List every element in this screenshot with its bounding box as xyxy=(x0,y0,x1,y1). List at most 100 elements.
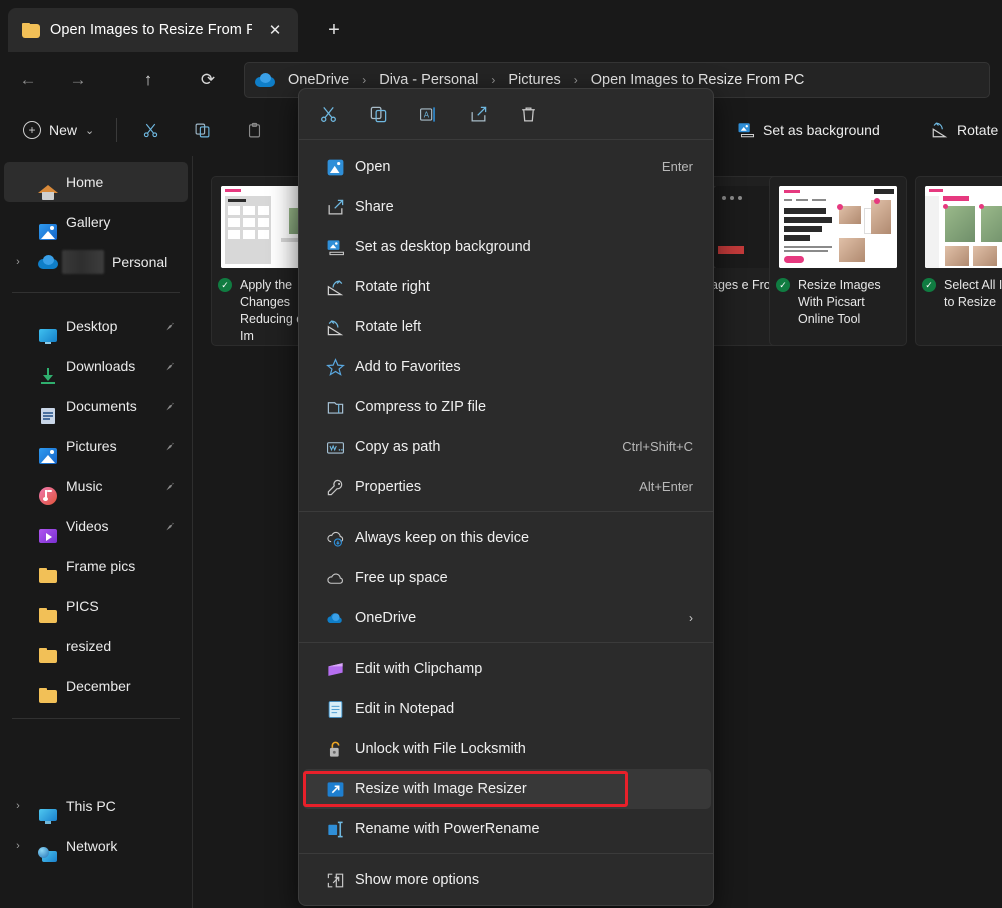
image-resizer-icon xyxy=(325,779,345,799)
rename-icon[interactable]: A xyxy=(411,98,445,130)
menu-item-rename-with-powerrename[interactable]: Rename with PowerRename xyxy=(303,809,711,849)
pin-icon[interactable] xyxy=(162,518,176,534)
breadcrumb-separator: › xyxy=(573,73,578,87)
navigation-sidebar: Home Gallery › Personal Desktop Download… xyxy=(0,156,192,908)
sidebar-item-home[interactable]: Home xyxy=(4,162,188,202)
chevron-right-icon[interactable]: › xyxy=(4,242,32,282)
menu-item-label: Rotate right xyxy=(355,279,430,295)
sidebar-item-label: Pictures xyxy=(66,438,117,454)
sidebar-item-personal[interactable]: › Personal xyxy=(4,242,188,282)
pin-icon[interactable] xyxy=(162,358,176,374)
menu-item-onedrive[interactable]: OneDrive › xyxy=(303,598,711,638)
desktop-icon xyxy=(38,326,58,346)
download-icon xyxy=(38,366,58,386)
menu-item-open[interactable]: Open Enter xyxy=(303,147,711,187)
sidebar-item-label: December xyxy=(66,678,131,694)
title-bar: Open Images to Resize From P ✕ + xyxy=(0,0,1002,56)
menu-item-unlock-with-file-locksmith[interactable]: Unlock with File Locksmith xyxy=(303,729,711,769)
close-tab-icon[interactable]: ✕ xyxy=(262,17,288,43)
paste-button[interactable] xyxy=(234,114,274,146)
sidebar-item-pictures[interactable]: Pictures xyxy=(4,426,188,466)
share-icon xyxy=(325,197,345,217)
menu-item-compress-to-zip[interactable]: Compress to ZIP file xyxy=(303,387,711,427)
cloud-icon xyxy=(325,568,345,588)
sidebar-item-december[interactable]: December xyxy=(4,666,188,706)
sidebar-item-label: Network xyxy=(66,838,118,854)
refresh-button[interactable]: ⟳ xyxy=(192,64,224,96)
set-as-background-button[interactable]: Set as background xyxy=(728,114,889,146)
menu-item-show-more-options[interactable]: Show more options xyxy=(303,860,711,900)
cloud-download-icon xyxy=(325,528,345,548)
file-tile[interactable]: ✓ Resize Images With Picsart Online Tool xyxy=(769,176,907,346)
video-icon xyxy=(38,526,58,546)
menu-item-label: Free up space xyxy=(355,570,448,586)
menu-item-label: Properties xyxy=(355,479,422,495)
sidebar-item-this-pc[interactable]: › This PC xyxy=(4,786,188,826)
sidebar-item-desktop[interactable]: Desktop xyxy=(4,306,188,346)
menu-item-edit-in-notepad[interactable]: Edit in Notepad xyxy=(303,689,711,729)
pin-icon[interactable] xyxy=(162,438,176,454)
chevron-right-icon[interactable]: › xyxy=(4,826,32,866)
sidebar-item-documents[interactable]: Documents xyxy=(4,386,188,426)
copy-icon[interactable] xyxy=(361,98,395,130)
thispc-icon xyxy=(38,806,58,826)
delete-icon[interactable] xyxy=(511,98,545,130)
file-name: Select All Images to Resize xyxy=(944,278,1002,309)
menu-item-copy-as-path[interactable]: Copy as path Ctrl+Shift+C xyxy=(303,427,711,467)
cut-icon[interactable] xyxy=(311,98,345,130)
menu-item-label: OneDrive xyxy=(355,610,417,626)
sidebar-item-network[interactable]: › Network xyxy=(4,826,188,866)
sidebar-item-gallery[interactable]: Gallery xyxy=(4,202,188,242)
menu-item-always-keep-on-this-device[interactable]: Always keep on this device xyxy=(303,518,711,558)
copy-button[interactable] xyxy=(182,114,222,146)
onedrive-icon xyxy=(325,608,345,628)
share-icon[interactable] xyxy=(461,98,495,130)
powerrename-icon xyxy=(325,819,345,839)
pin-icon[interactable] xyxy=(162,318,176,334)
sidebar-item-resized[interactable]: resized xyxy=(4,626,188,666)
sidebar-item-label: Documents xyxy=(66,398,137,414)
menu-item-resize-with-image-resizer[interactable]: Resize with Image Resizer xyxy=(303,769,711,809)
more-options-icon xyxy=(325,870,345,890)
menu-item-add-to-favorites[interactable]: Add to Favorites xyxy=(303,347,711,387)
file-tile[interactable]: ✓ Select All Images to Resize xyxy=(915,176,1002,346)
file-thumbnail xyxy=(779,186,897,268)
breadcrumb-separator: › xyxy=(362,73,367,87)
menu-item-label: Edit with Clipchamp xyxy=(355,661,483,677)
back-button[interactable]: ← xyxy=(12,64,44,96)
menu-item-free-up-space[interactable]: Free up space xyxy=(303,558,711,598)
new-tab-button[interactable]: + xyxy=(318,14,350,46)
up-button[interactable]: ↑ xyxy=(132,64,164,96)
menu-item-label: Copy as path xyxy=(355,439,441,455)
menu-item-label: Compress to ZIP file xyxy=(355,399,487,415)
sidebar-item-pics[interactable]: PICS xyxy=(4,586,188,626)
menu-item-properties[interactable]: Properties Alt+Enter xyxy=(303,467,711,507)
menu-item-rotate-left[interactable]: Rotate left xyxy=(303,307,711,347)
sidebar-item-label: This PC xyxy=(66,798,116,814)
open-image-icon xyxy=(325,157,345,177)
submenu-chevron-icon: › xyxy=(689,611,693,625)
cut-button[interactable] xyxy=(130,114,170,146)
sidebar-item-downloads[interactable]: Downloads xyxy=(4,346,188,386)
menu-item-share[interactable]: Share xyxy=(303,187,711,227)
menu-item-set-as-desktop-background[interactable]: Set as desktop background xyxy=(303,227,711,267)
menu-item-rotate-right[interactable]: Rotate right xyxy=(303,267,711,307)
new-button[interactable]: + New ⌄ xyxy=(14,114,103,146)
rotate-button[interactable]: Rotate xyxy=(922,114,1002,146)
sidebar-item-frame-pics[interactable]: Frame pics xyxy=(4,546,188,586)
pin-icon[interactable] xyxy=(162,478,176,494)
context-menu-icon-row: A xyxy=(299,89,713,139)
sidebar-item-label: Videos xyxy=(66,518,109,534)
forward-button[interactable]: → xyxy=(62,64,94,96)
sidebar-item-label: Personal xyxy=(112,254,168,270)
chevron-right-icon[interactable]: › xyxy=(4,786,32,826)
copy-path-icon xyxy=(325,437,345,457)
sidebar-item-videos[interactable]: Videos xyxy=(4,506,188,546)
sidebar-item-music[interactable]: Music xyxy=(4,466,188,506)
network-icon xyxy=(38,846,58,866)
pin-icon[interactable] xyxy=(162,398,176,414)
menu-item-edit-with-clipchamp[interactable]: Edit with Clipchamp xyxy=(303,649,711,689)
explorer-tab[interactable]: Open Images to Resize From P ✕ xyxy=(8,8,298,52)
menu-item-label: Rotate left xyxy=(355,319,422,335)
file-explorer-window: Open Images to Resize From P ✕ + ← → ↑ ⟳… xyxy=(0,0,1002,908)
